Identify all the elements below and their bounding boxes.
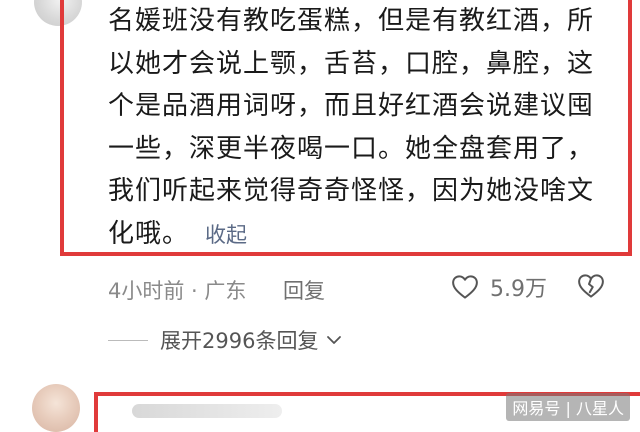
- divider-line: [108, 339, 148, 341]
- like-count: 5.9万: [490, 277, 547, 302]
- comment-timestamp: 4小时前 · 广东: [108, 279, 247, 303]
- dislike-button[interactable]: [576, 271, 606, 306]
- comment-line-last: 化哦。 收起: [108, 213, 613, 257]
- comment-line: 名媛班没有教吃蛋糕，但是有教红酒，所: [108, 6, 595, 36]
- comment-line: 一些，深更半夜喝一口。她全盘套用了，: [108, 133, 595, 164]
- chevron-down-icon: [327, 336, 342, 344]
- comment-line: 化哦。: [108, 218, 190, 249]
- comment-line: 我们听起来觉得奇奇怪怪，因为她没啥文: [108, 176, 595, 206]
- expand-replies-label: 展开2996条回复: [160, 329, 319, 353]
- expand-replies-button[interactable]: 展开2996条回复: [108, 324, 342, 356]
- blurred-username: [132, 404, 282, 418]
- watermark: 网易号 | 八星人: [506, 393, 630, 421]
- comment-meta: 4小时前 · 广东 回复 5.9万: [108, 271, 628, 307]
- like-button[interactable]: 5.9万: [450, 271, 547, 303]
- comment-line: 个是品酒用词呀，而且好红酒会说建议囤: [108, 91, 595, 121]
- reply-button[interactable]: 回复: [283, 275, 325, 305]
- comment-body: 名媛班没有教吃蛋糕，但是有教红酒，所 以她才会说上颚，舌苔，口腔，鼻腔，这 个是…: [108, 0, 613, 256]
- broken-heart-icon: [578, 274, 604, 298]
- heart-icon: [452, 275, 478, 299]
- collapse-button[interactable]: 收起: [205, 223, 247, 247]
- comment-line: 以她才会说上颚，舌苔，口腔，鼻腔，这: [108, 48, 595, 79]
- next-commenter-avatar[interactable]: [32, 384, 80, 432]
